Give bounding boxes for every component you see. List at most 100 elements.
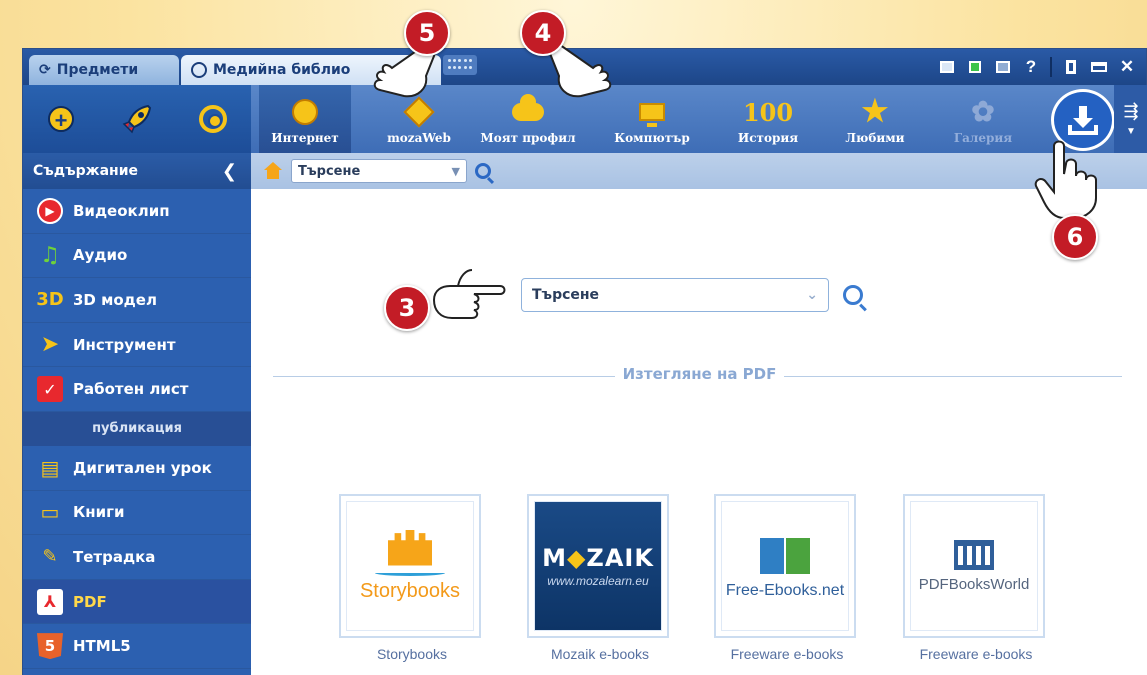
sidebar-item-label: Дигитален урок [73,458,212,477]
toolbar-history-label: История [737,131,799,145]
target-button[interactable] [195,101,231,137]
add-button[interactable]: + [43,101,79,137]
notebook-icon: ✎ [42,546,58,568]
toolbar-internet[interactable]: Интернет [259,85,351,153]
tab-subjects[interactable]: ⟳ Предмети [29,55,179,85]
sidebar-item-notebook[interactable]: ✎ Тетрадка [23,535,251,580]
sidebar-header: Съдържание ❮ [23,153,251,189]
mozaik-logo-text: M◆ZAIK [542,544,654,572]
layout-green-icon[interactable] [966,58,984,76]
restore-window-icon[interactable] [1062,58,1080,76]
free-ebooks-logo-text: Free-Ebooks.net [725,582,845,599]
sidebar-item-label: Инструмент [73,335,176,354]
toolbar-computer-label: Компютър [614,131,690,145]
callout-badge-4: 4 [520,10,566,56]
toolbar-favorites-label: Любими [845,131,905,145]
export-icon: ⇶ [1123,101,1139,121]
help-icon[interactable]: ? [1022,57,1040,76]
toolbar-gallery: ✿ Галерия [943,85,1023,153]
home-icon[interactable] [263,162,283,180]
sidebar-item-label: Видеоклип [73,201,170,220]
main-content: Търсене ⌄ Изтегляне на PDF Storybooks St… [251,189,1147,675]
storybooks-logo-text: Storybooks [359,579,461,602]
sidebar-item-label: HTML5 [73,637,131,656]
waves-logo-icon [375,570,445,576]
plus-icon: + [48,106,74,133]
sidebar-section-publication: публикация [23,411,251,446]
export-button[interactable]: ⇶ ▼ [1114,85,1147,153]
keyboard-grid-icon[interactable] [443,55,477,75]
card-caption: Storybooks [376,646,448,662]
sidebar-item-video[interactable]: ▶ Видеоклип [23,189,251,234]
card-caption: Mozaik e-books [550,646,650,662]
search-icon[interactable] [843,285,863,305]
section-title: Изтегляне на PDF [251,365,1147,383]
toolbar-history[interactable]: 100 История [723,85,813,153]
sidebar-item-3d-model[interactable]: 3D 3D модел [23,278,251,323]
subjects-tab-icon: ⟳ [39,62,51,78]
window-controls: ? ✕ [938,56,1136,78]
card-storybooks[interactable]: Storybooks Storybooks [339,494,481,662]
search-area: Търсене ⌄ [521,278,863,312]
star-icon: ★ [861,94,889,129]
tab-media-library-label: Медийна библио [213,62,351,78]
sidebar-header-title: Съдържание [33,163,138,179]
sidebar-item-audio[interactable]: ♫ Аудио [23,234,251,279]
sidebar-item-digital-lesson[interactable]: ▤ Дигитален урок [23,446,251,491]
toolbar-mozaweb-label: mozaWeb [387,131,451,145]
sidebar-item-tool[interactable]: ➤ Инструмент [23,323,251,368]
sidebar-item-label: Тетрадка [73,547,156,566]
target-icon [199,105,227,133]
card-caption: Freeware e-books [919,646,1033,662]
download-icon [1068,106,1098,135]
pointing-hand-icon [432,269,506,319]
pdf-icon: ⅄ [37,588,63,615]
chevron-down-icon: ⌄ [806,287,818,303]
pdfbooksworld-logo-text: PDFBooksWorld [918,575,1030,593]
pointing-hand-icon [1034,140,1097,219]
history-100-icon: 100 [742,97,794,127]
temple-logo-icon [954,539,994,570]
search-input-value: Търсене [532,287,600,303]
books-icon: ▭ [40,500,60,525]
sidebar-item-pdf[interactable]: ⅄ PDF [23,579,251,625]
search-input[interactable]: Търсене ⌄ [521,278,829,312]
breadcrumb-select[interactable]: Търсене ▼ [291,159,467,183]
card-mozaik[interactable]: M◆ZAIK www.mozalearn.eu Mozaik e-books [527,494,669,662]
rocket-button[interactable] [119,101,155,137]
sidebar-item-books[interactable]: ▭ Книги [23,491,251,536]
media-library-tab-icon [191,62,207,78]
toolbar-favorites[interactable]: ★ Любими [835,85,915,153]
toolbar-my-profile-label: Моят профил [480,131,576,145]
app-window: ⟳ Предмети Медийна библио ? ✕ + Интернет… [22,48,1147,675]
sidebar-item-label: PDF [73,592,107,611]
layout-mono-icon[interactable] [994,58,1012,76]
content-sidebar: Съдържание ❮ ▶ Видеоклип ♫ Аудио 3D 3D м… [23,153,251,675]
collapse-sidebar-icon[interactable]: ❮ [222,161,237,182]
layout-list-icon[interactable] [938,58,956,76]
breadcrumb-select-value: Търсене [298,163,361,179]
card-pdfbooksworld[interactable]: PDFBooksWorld Freeware e-books [903,494,1045,662]
monitor-icon [639,103,665,127]
sidebar-item-worksheet[interactable]: ✓ Работен лист [23,367,251,412]
digital-lesson-icon: ▤ [40,455,60,480]
search-icon[interactable] [475,163,491,179]
card-caption: Freeware e-books [730,646,844,662]
minimize-window-icon[interactable] [1090,58,1108,76]
open-book-logo-icon [760,532,810,576]
video-icon: ▶ [37,197,63,224]
card-free-ebooks[interactable]: Free-Ebooks.net Freeware e-books [714,494,856,662]
chevron-down-icon: ▼ [451,164,460,178]
castle-logo-icon [388,529,432,566]
cloud-profile-icon [512,94,544,121]
sidebar-item-label: Аудио [73,246,128,265]
tab-subjects-label: Предмети [56,62,139,78]
callout-badge-5: 5 [404,10,450,56]
callout-badge-6: 6 [1052,214,1098,260]
rocket-icon [122,104,152,134]
sidebar-item-label: 3D модел [73,290,157,309]
tool-icon: ➤ [40,332,60,358]
close-window-icon[interactable]: ✕ [1118,57,1136,76]
toolbar-internet-label: Интернет [271,131,339,145]
sidebar-item-html5[interactable]: 5 HTML5 [23,624,251,669]
